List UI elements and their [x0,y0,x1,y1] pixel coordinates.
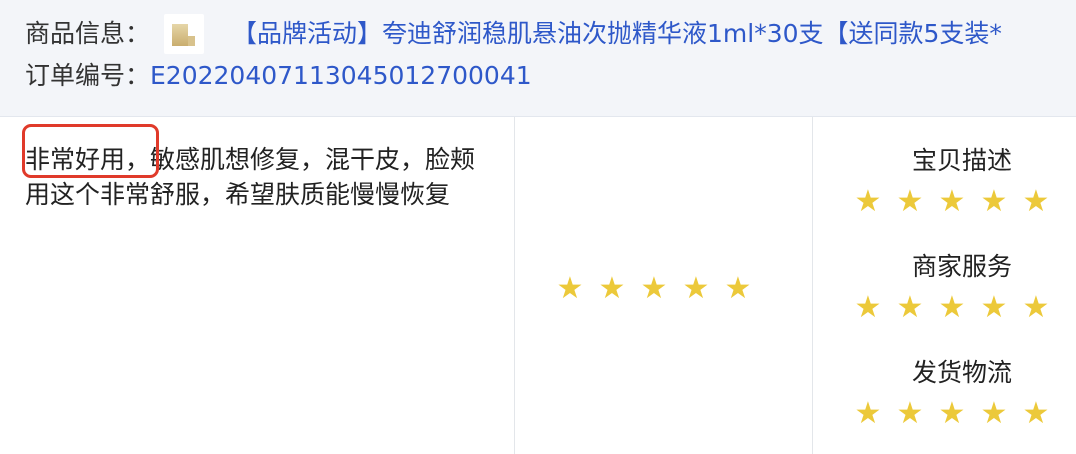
star-icon: ★ [682,271,710,306]
star-icon: ★ [556,271,584,306]
column-divider [812,117,813,454]
rating-label-service: 商家服务 [911,252,1012,281]
star-icon: ★ [980,396,1008,431]
star-icon: ★ [854,290,882,325]
star-rating-logistics: ★ ★ ★ ★ ★ [847,399,1057,429]
star-icon: ★ [938,290,966,325]
order-header: 商品信息： 【品牌活动】夸迪舒润稳肌悬油次抛精华液1ml*30支【送同款5支装*… [0,0,1076,117]
product-box-graphic [172,24,188,46]
star-rating-service: ★ ★ ★ ★ ★ [847,293,1057,323]
star-icon: ★ [896,396,924,431]
star-icon: ★ [1022,290,1050,325]
product-info-label: 商品信息： [25,19,151,48]
overall-star-rating: ★ ★ ★ ★ ★ [549,274,759,304]
order-number-link[interactable]: E20220407113045012700041 [150,61,532,90]
product-thumbnail[interactable] [164,14,204,54]
column-divider [514,117,515,454]
star-icon: ★ [724,271,752,306]
highlight-annotation-box [22,124,159,178]
star-icon: ★ [1022,396,1050,431]
rating-label-logistics: 发货物流 [911,358,1012,387]
star-icon: ★ [598,271,626,306]
star-icon: ★ [854,396,882,431]
star-icon: ★ [1022,184,1050,219]
star-rating-description: ★ ★ ★ ★ ★ [847,187,1057,217]
star-icon: ★ [896,290,924,325]
star-icon: ★ [896,184,924,219]
product-title-link[interactable]: 【品牌活动】夸迪舒润稳肌悬油次抛精华液1ml*30支【送同款5支装* [232,21,1002,46]
order-number-label: 订单编号： [25,61,151,90]
star-icon: ★ [980,290,1008,325]
order-number-row: 订单编号：E20220407113045012700041 [25,63,532,88]
star-icon: ★ [938,396,966,431]
star-icon: ★ [938,184,966,219]
star-icon: ★ [854,184,882,219]
star-icon: ★ [980,184,1008,219]
star-icon: ★ [640,271,668,306]
rating-label-description: 宝贝描述 [911,146,1012,175]
product-info-row: 商品信息： [25,21,150,46]
product-box-graphic-small [188,36,195,46]
